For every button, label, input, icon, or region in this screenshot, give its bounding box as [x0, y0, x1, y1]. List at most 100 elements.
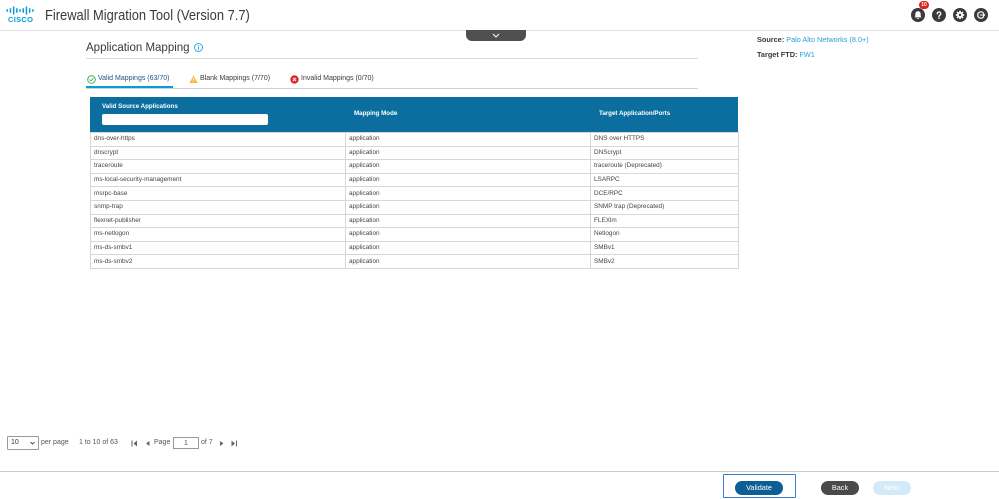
previous-page-icon	[146, 441, 150, 446]
error-icon	[290, 74, 299, 84]
table-row: dnscrypt application DNScrypt	[90, 145, 739, 161]
target-application-cell: traceroute (Deprecated)	[590, 159, 739, 174]
tab-valid-mappings-label: Valid Mappings (63/70)	[98, 75, 170, 82]
table-row: ms-netlogon application Netlogon	[90, 227, 739, 242]
bell-icon	[914, 11, 922, 20]
pagination-range: 1 to 10 of 63	[79, 439, 118, 446]
page-total: of 7	[201, 439, 213, 446]
cisco-wordmark: CISCO	[8, 15, 34, 24]
table-row: flexnet-publisher application FLEXlm	[90, 213, 739, 229]
source-application-cell: dns-over-https	[90, 132, 346, 147]
back-button[interactable]: Back	[821, 481, 859, 495]
source-application-cell: snmp-trap	[90, 199, 346, 215]
chevron-down-icon	[30, 441, 35, 445]
table-row: ms-local-security-management application…	[90, 172, 739, 188]
last-page-button[interactable]	[231, 440, 238, 447]
tabs-divider	[86, 88, 698, 89]
target-application-cell: FLEXlm	[590, 213, 739, 229]
source-application-cell: ms-ds-smbv2	[90, 254, 346, 269]
first-page-icon	[131, 440, 137, 447]
source-application-cell: msrpc-base	[90, 186, 346, 201]
mapping-mode-cell: application	[345, 172, 591, 188]
notifications-button[interactable]	[911, 8, 925, 22]
source-application-cell: ms-ds-smbv1	[90, 240, 346, 256]
source-filter-input[interactable]	[102, 114, 268, 125]
page-title: Application Mapping	[86, 42, 190, 54]
chevron-down-icon	[492, 33, 500, 38]
source-application-cell: flexnet-publisher	[90, 213, 346, 229]
cisco-logo: CISCO	[6, 6, 34, 26]
source-application-cell: dnscrypt	[90, 145, 346, 161]
mapping-mode-cell: application	[345, 132, 591, 147]
per-page-label: per page	[41, 439, 69, 446]
mapping-mode-cell: application	[345, 240, 591, 256]
source-value: Palo Alto Networks (8.0+)	[786, 35, 869, 44]
previous-page-button[interactable]	[145, 440, 152, 447]
column-header-mapping-mode: Mapping Mode	[354, 110, 398, 117]
last-page-icon	[231, 440, 237, 447]
page-number-input[interactable]	[173, 437, 199, 449]
mapping-mode-cell: application	[345, 199, 591, 215]
tab-valid-mappings[interactable]: Valid Mappings (63/70)	[87, 74, 169, 84]
tab-blank-mappings-label: Blank Mappings (7/70)	[200, 75, 271, 82]
check-circle-icon	[87, 74, 96, 84]
tab-blank-mappings[interactable]: Blank Mappings (7/70)	[189, 74, 270, 84]
target-application-cell: SMBv1	[590, 240, 739, 256]
next-page-icon	[220, 441, 224, 446]
notification-badge: 10	[919, 1, 929, 9]
target-application-cell: SMBv2	[590, 254, 739, 269]
help-button[interactable]	[932, 8, 946, 22]
table-row: ms-ds-smbv2 application SMBv2	[90, 254, 739, 269]
table-row: snmp-trap application SNMP trap (Depreca…	[90, 199, 739, 215]
target-value: FW1	[799, 50, 815, 59]
table-row: traceroute application traceroute (Depre…	[90, 159, 739, 174]
logout-button[interactable]	[974, 8, 988, 22]
warning-icon	[189, 75, 198, 83]
mapping-mode-cell: application	[345, 159, 591, 174]
title-divider	[86, 58, 698, 59]
help-icon	[936, 11, 942, 19]
source-info: Source: Palo Alto Networks (8.0+)	[757, 35, 869, 44]
next-page-button[interactable]	[219, 440, 226, 447]
settings-button[interactable]	[953, 8, 967, 22]
footer-divider	[0, 471, 999, 472]
source-application-cell: ms-netlogon	[90, 227, 346, 242]
target-application-cell: Netlogon	[590, 227, 739, 242]
mapping-mode-cell: application	[345, 145, 591, 161]
page-label: Page	[154, 439, 171, 446]
source-application-cell: ms-local-security-management	[90, 172, 346, 188]
mapping-table: dns-over-https application DNS over HTTP…	[90, 132, 739, 269]
first-page-button[interactable]	[131, 440, 138, 447]
target-application-cell: SNMP trap (Deprecated)	[590, 199, 739, 215]
mapping-mode-cell: application	[345, 227, 591, 242]
per-page-value: 10	[11, 439, 19, 446]
table-row: ms-ds-smbv1 application SMBv1	[90, 240, 739, 256]
mapping-table-body: dns-over-https application DNS over HTTP…	[90, 132, 739, 269]
cisco-bridge-icon	[6, 6, 34, 15]
validate-button[interactable]: Validate	[735, 481, 783, 495]
target-application-cell: LSARPC	[590, 172, 739, 188]
target-application-cell: DNS over HTTPS	[590, 132, 739, 147]
table-row: msrpc-base application DCE/RPC	[90, 186, 739, 201]
logout-icon	[977, 11, 986, 19]
column-header-source-applications: Valid Source Applications	[102, 103, 178, 110]
table-header: Valid Source Applications Mapping Mode T…	[90, 97, 738, 132]
tab-invalid-mappings[interactable]: Invalid Mappings (0/70)	[290, 74, 374, 84]
column-header-target-application: Target Application/Ports	[599, 110, 671, 117]
app-header: CISCO Firewall Migration Tool (Version 7…	[0, 0, 999, 31]
next-button[interactable]: Next	[873, 481, 911, 495]
mapping-mode-cell: application	[345, 254, 591, 269]
app-title: Firewall Migration Tool (Version 7.7)	[45, 7, 250, 24]
per-page-select[interactable]: 10	[7, 436, 39, 450]
source-label: Source:	[757, 35, 785, 44]
target-application-cell: DCE/RPC	[590, 186, 739, 201]
mapping-mode-cell: application	[345, 186, 591, 201]
tab-invalid-mappings-label: Invalid Mappings (0/70)	[301, 75, 374, 82]
collapse-toggle[interactable]	[466, 30, 526, 41]
info-icon[interactable]	[194, 43, 203, 52]
gear-icon	[955, 10, 965, 20]
target-label: Target FTD:	[757, 50, 798, 59]
source-application-cell: traceroute	[90, 159, 346, 174]
target-application-cell: DNScrypt	[590, 145, 739, 161]
table-row: dns-over-https application DNS over HTTP…	[90, 132, 739, 147]
